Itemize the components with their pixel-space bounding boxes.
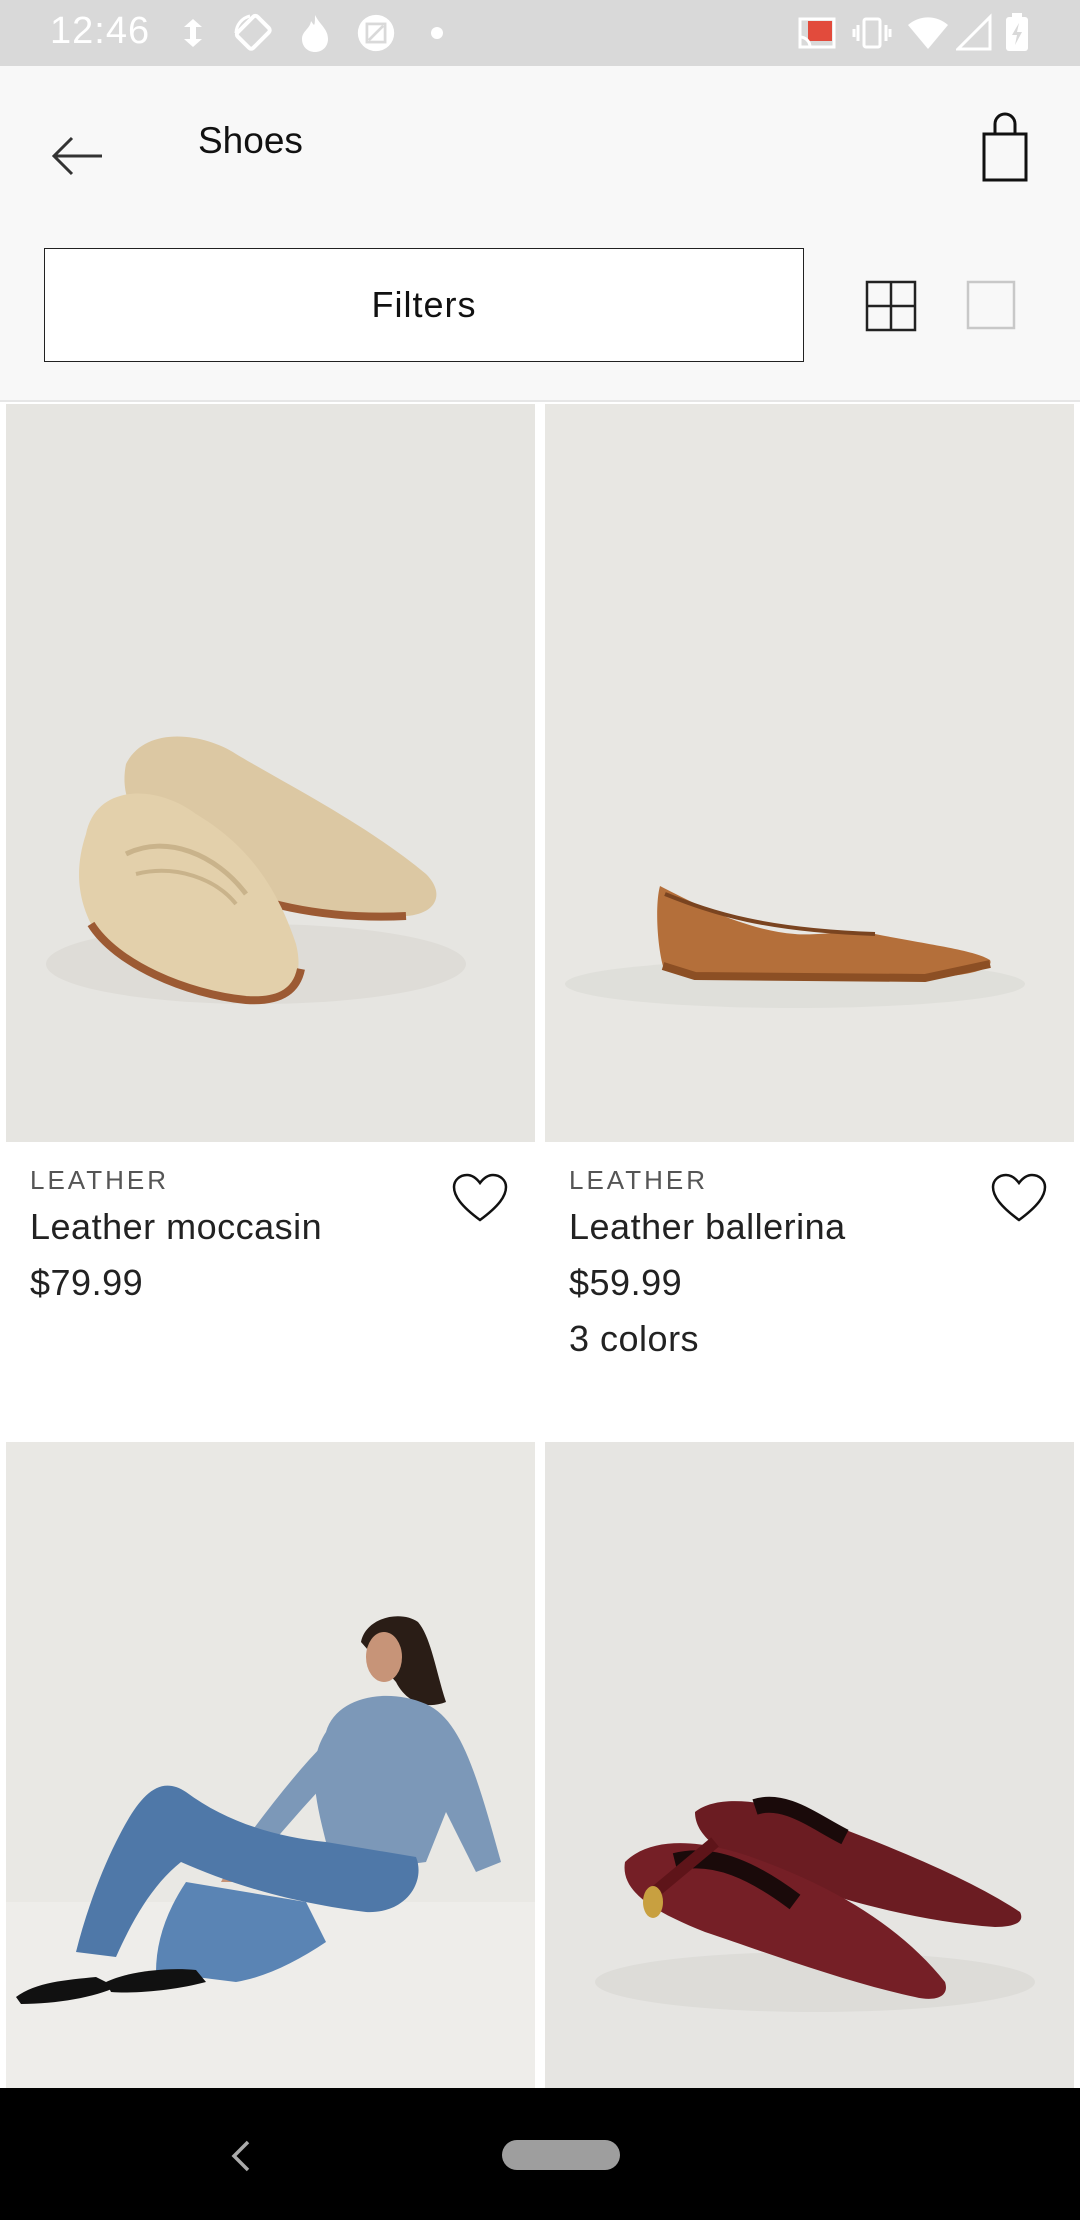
product-category: LEATHER bbox=[569, 1165, 708, 1195]
system-nav-bar bbox=[0, 2088, 1080, 2220]
home-pill-icon[interactable] bbox=[502, 2140, 620, 2170]
app-header: Shoes Filters bbox=[0, 66, 1080, 402]
mary-jane-shoes-illustration bbox=[595, 1796, 1035, 2012]
page-title: Shoes bbox=[198, 120, 303, 161]
flame-icon bbox=[302, 15, 328, 52]
product-image-moccasin[interactable] bbox=[6, 404, 535, 1142]
shopping-bag-icon[interactable] bbox=[970, 110, 1040, 190]
product-image-mary-jane[interactable] bbox=[545, 1442, 1074, 2088]
filters-label: Filters bbox=[371, 284, 477, 325]
arrow-left-icon[interactable] bbox=[40, 116, 120, 196]
nav-back-icon[interactable] bbox=[226, 2138, 256, 2174]
filters-button[interactable]: Filters bbox=[44, 248, 804, 362]
product-info-moccasin[interactable]: LEATHER Leather moccasin $79.99 bbox=[30, 1165, 450, 1304]
status-bar: 12:46 bbox=[0, 0, 1080, 66]
battery-icon bbox=[1006, 13, 1028, 51]
status-time: 12:46 bbox=[50, 10, 151, 52]
product-image-ballerina[interactable] bbox=[545, 404, 1074, 1142]
dot-icon bbox=[431, 27, 443, 39]
data-saver-icon bbox=[184, 19, 202, 47]
product-info-ballerina[interactable]: LEATHER Leather ballerina $59.99 3 color… bbox=[569, 1165, 989, 1360]
cast-icon bbox=[798, 17, 836, 49]
product-price: $79.99 bbox=[30, 1262, 144, 1303]
heart-icon[interactable] bbox=[990, 1172, 1048, 1224]
product-image-model[interactable] bbox=[6, 1442, 535, 2088]
single-view-icon[interactable] bbox=[966, 280, 1016, 330]
product-name: Leather ballerina bbox=[569, 1206, 846, 1247]
product-colors: 3 colors bbox=[569, 1318, 700, 1359]
wifi-icon bbox=[908, 17, 948, 49]
product-price: $59.99 bbox=[569, 1262, 683, 1303]
grid-view-icon[interactable] bbox=[865, 280, 917, 332]
ballerina-shoe-illustration bbox=[565, 886, 1025, 1008]
photo-app-icon bbox=[357, 14, 395, 52]
signal-icon bbox=[956, 13, 992, 51]
model-denim-illustration bbox=[6, 1616, 535, 2088]
product-category: LEATHER bbox=[30, 1165, 169, 1195]
rotate-icon bbox=[234, 13, 272, 51]
vibrate-icon bbox=[852, 17, 892, 49]
moccasin-shoes-illustration bbox=[46, 736, 466, 1005]
heart-icon[interactable] bbox=[451, 1172, 509, 1224]
product-name: Leather moccasin bbox=[30, 1206, 323, 1247]
